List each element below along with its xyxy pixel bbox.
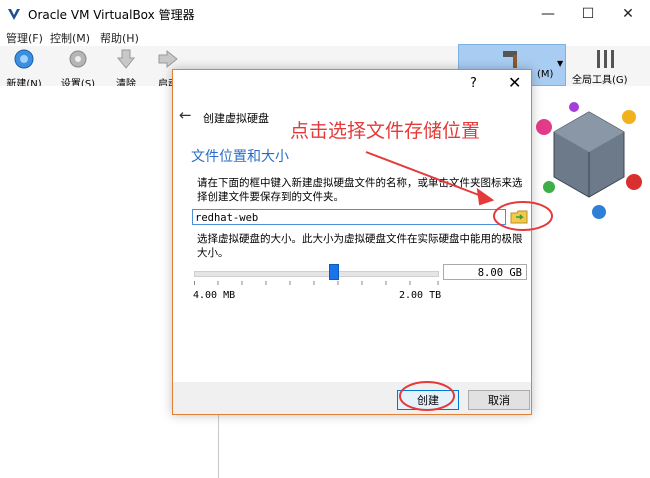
help-icon[interactable]: ? xyxy=(470,76,477,91)
maximize-button[interactable]: ☐ xyxy=(568,0,608,28)
size-input[interactable]: 8.00 GB xyxy=(443,264,527,280)
machine-tools-label: (M) xyxy=(537,69,554,80)
window-title: Oracle VM VirtualBox 管理器 xyxy=(28,8,195,22)
size-slider-handle[interactable] xyxy=(328,264,339,280)
create-button[interactable]: 创建 xyxy=(397,390,459,410)
close-button[interactable]: ✕ xyxy=(608,0,648,28)
menu-help[interactable]: 帮助(H) xyxy=(100,30,139,46)
virtualbox-mascot-icon xyxy=(536,102,642,219)
menu-manage[interactable]: 管理(F) xyxy=(6,30,43,46)
arrow-right-icon xyxy=(158,49,178,69)
gear-icon xyxy=(69,50,87,68)
cancel-button[interactable]: 取消 xyxy=(468,390,530,410)
section-title: 文件位置和大小 xyxy=(191,149,289,165)
discard-button[interactable]: 清除 xyxy=(104,48,148,90)
slider-ticks xyxy=(194,281,439,285)
size-description: 选择虚拟硬盘的大小。此大小为虚拟硬盘文件在实际硬盘中能用的极限大小。 xyxy=(197,233,523,259)
global-tools-label: 全局工具(G) xyxy=(572,75,628,86)
size-slider-track[interactable] xyxy=(194,271,439,277)
dialog-title: 创建虚拟硬盘 xyxy=(203,112,269,125)
new-button[interactable]: 新建(N) xyxy=(2,48,46,90)
size-max-label: 2.00 TB xyxy=(399,290,442,301)
global-tools-button[interactable]: 全局工具(G) xyxy=(566,46,650,86)
file-path-input[interactable]: redhat-web xyxy=(192,209,506,225)
hammer-icon xyxy=(503,51,517,68)
title-bar: Oracle VM VirtualBox 管理器 — ☐ ✕ xyxy=(0,0,650,28)
new-machine-icon xyxy=(14,49,34,69)
folder-icon[interactable] xyxy=(510,208,528,226)
global-tools-icon xyxy=(597,50,614,68)
chevron-down-icon: ▼ xyxy=(557,59,564,68)
settings-button[interactable]: 设置(S) xyxy=(56,48,100,90)
minimize-button[interactable]: — xyxy=(528,0,568,28)
menu-control[interactable]: 控制(M) xyxy=(50,30,90,46)
arrow-down-icon xyxy=(116,49,136,69)
annotation-text: 点击选择文件存储位置 xyxy=(290,120,481,142)
back-arrow-icon[interactable]: ← xyxy=(179,106,192,124)
dialog-title-bar: ? ✕ xyxy=(173,70,531,98)
file-location-description: 请在下面的框中键入新建虚拟硬盘文件的名称，或单击文件夹图标来选择创建文件要保存到… xyxy=(197,177,523,203)
size-min-label: 4.00 MB xyxy=(193,290,236,301)
dialog-close-button[interactable]: ✕ xyxy=(508,73,521,92)
virtualbox-logo-icon xyxy=(8,9,20,20)
